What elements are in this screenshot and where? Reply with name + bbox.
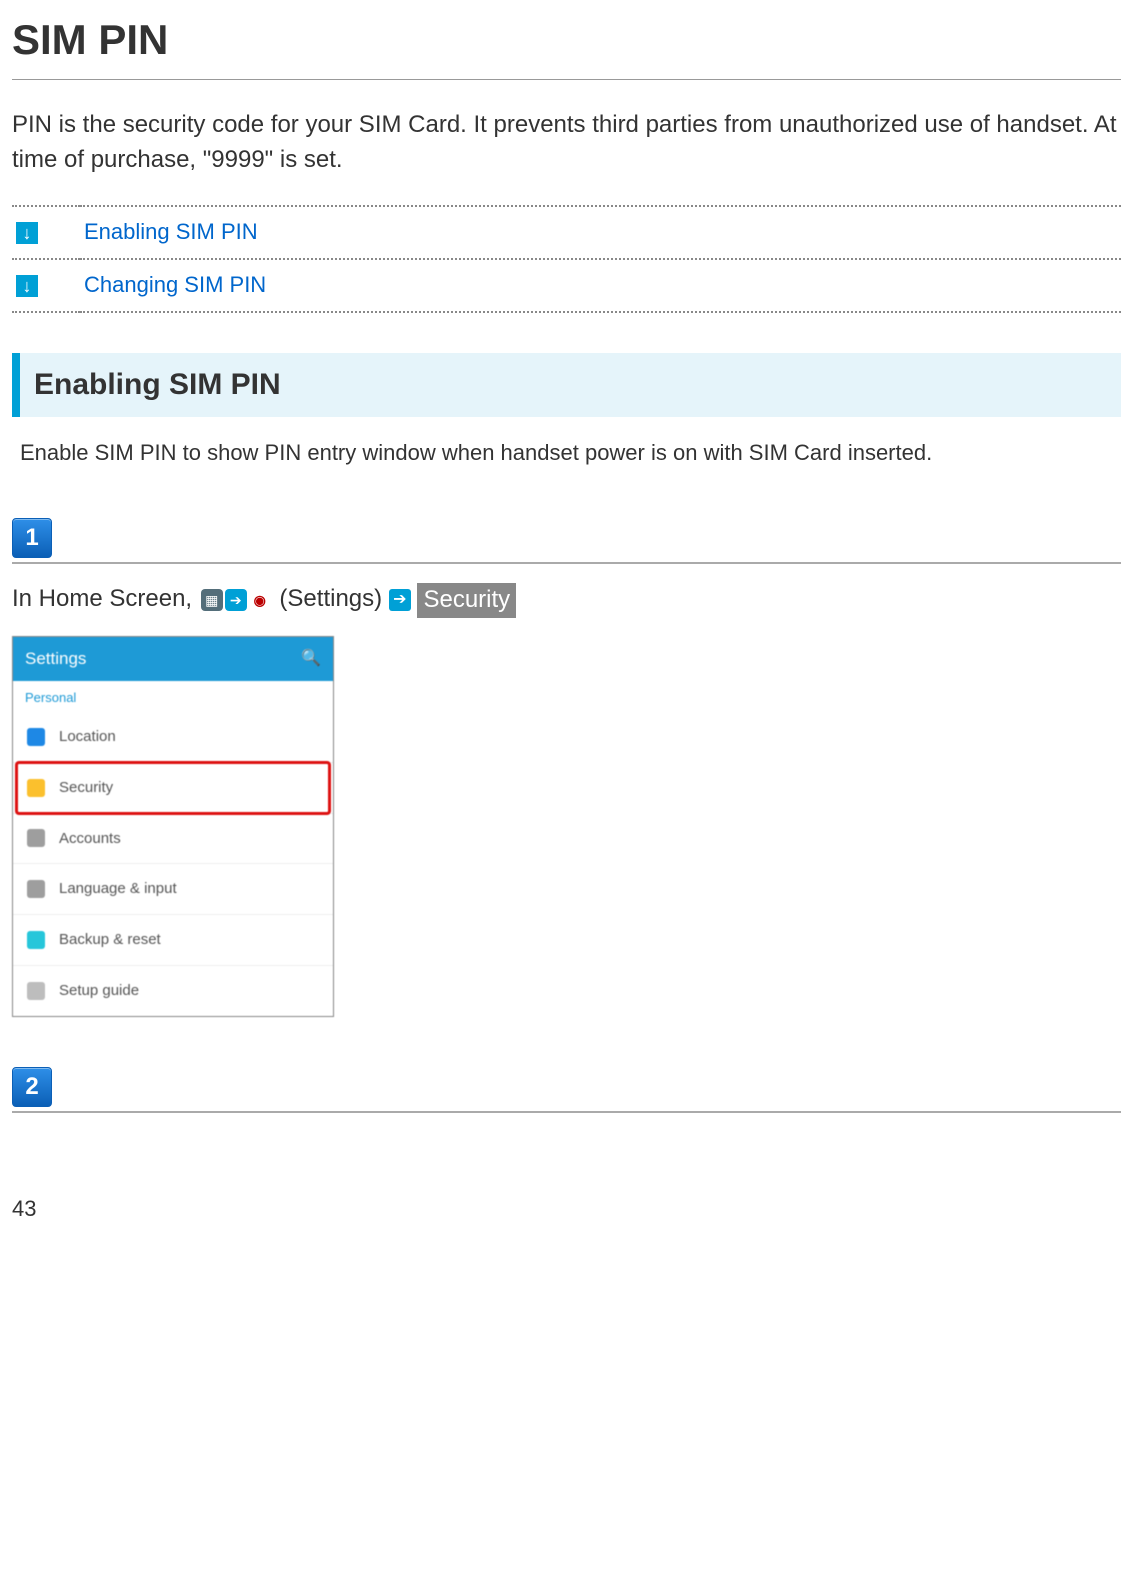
screenshot-section-label: Personal: [13, 681, 333, 712]
screenshot-row: Security: [13, 762, 333, 813]
screenshot-row: Location: [13, 712, 333, 762]
row-label: Accounts: [59, 828, 121, 850]
row-icon: [27, 829, 45, 847]
row-icon: [27, 779, 45, 797]
row-label: Backup & reset: [59, 929, 161, 951]
settings-gear-icon: ◉: [249, 589, 271, 611]
row-icon: [27, 728, 45, 746]
step-1-after-icons: (Settings): [279, 585, 382, 612]
table-of-contents: ↓ Enabling SIM PIN ↓ Changing SIM PIN: [12, 205, 1121, 313]
row-label: Setup guide: [59, 980, 139, 1002]
toc-row: ↓ Changing SIM PIN: [12, 259, 1121, 312]
toc-row: ↓ Enabling SIM PIN: [12, 206, 1121, 259]
page-title: SIM PIN: [12, 10, 1121, 71]
home-settings-icon-group: ▦ ➔ ◉: [199, 587, 273, 613]
row-label: Language & input: [59, 878, 177, 900]
screenshot-row: Backup & reset: [13, 914, 333, 965]
settings-screenshot: Settings 🔍 Personal Location Security Acco…: [12, 636, 334, 1017]
row-icon: [27, 982, 45, 1000]
step-badge-1: 1: [12, 518, 52, 558]
intro-text: PIN is the security code for your SIM Ca…: [12, 108, 1121, 178]
section-description: Enable SIM PIN to show PIN entry window …: [20, 437, 1121, 469]
row-label: Security: [59, 777, 113, 799]
screenshot-title: Settings: [25, 647, 86, 672]
toc-link[interactable]: Enabling SIM PIN: [84, 219, 258, 244]
row-icon: [27, 880, 45, 898]
arrow-right-icon: ➔: [225, 589, 247, 611]
screenshot-search-icon: 🔍: [301, 647, 321, 670]
step-2-rule: [12, 1111, 1121, 1113]
apps-grid-icon: ▦: [201, 589, 223, 611]
step-2-badge-wrap: 2: [12, 1067, 1121, 1107]
row-icon: [27, 931, 45, 949]
screenshot-row: Setup guide: [13, 965, 333, 1016]
screenshot-header: Settings 🔍: [13, 637, 333, 682]
down-arrow-icon: ↓: [16, 275, 38, 297]
step-badge-2: 2: [12, 1067, 52, 1107]
page-number: 43: [12, 1193, 1121, 1225]
step-1-badge-wrap: 1: [12, 518, 1121, 558]
step-1-instruction: In Home Screen, ▦ ➔ ◉ (Settings) ➔ Secur…: [12, 582, 1121, 617]
section-heading-enabling: Enabling SIM PIN: [12, 353, 1121, 417]
proceed-arrow-icon: ➔: [389, 589, 411, 611]
screenshot-row: Language & input: [13, 863, 333, 914]
toc-link[interactable]: Changing SIM PIN: [84, 272, 266, 297]
title-rule: [12, 79, 1121, 80]
security-chip: Security: [417, 583, 516, 618]
step-1-prefix: In Home Screen,: [12, 585, 199, 612]
step-1-rule: [12, 562, 1121, 564]
down-arrow-icon: ↓: [16, 222, 38, 244]
screenshot-row: Accounts: [13, 813, 333, 864]
row-label: Location: [59, 726, 116, 748]
